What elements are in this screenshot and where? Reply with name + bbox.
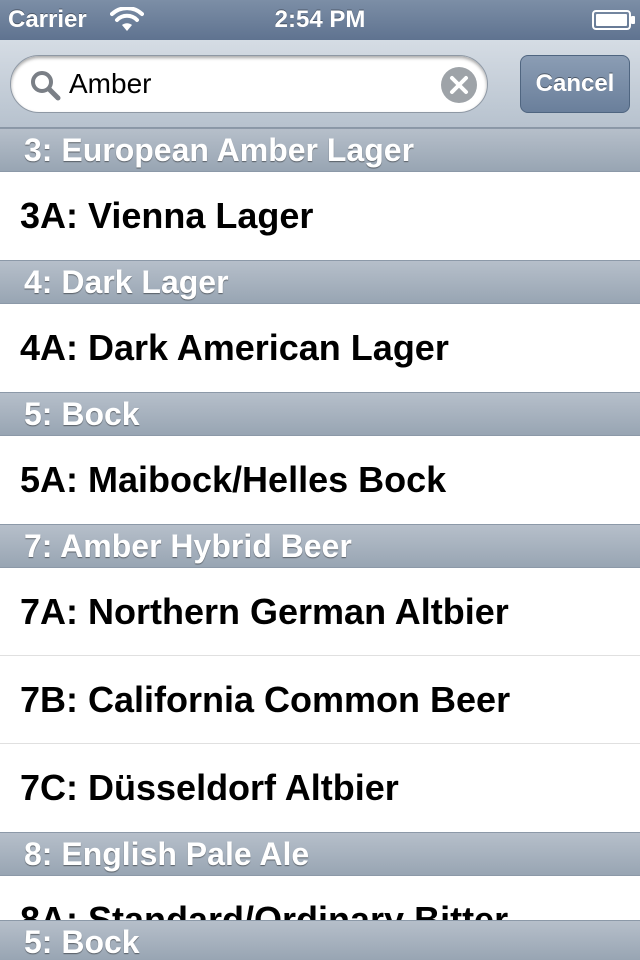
battery-icon — [592, 10, 635, 30]
sticky-section-header: 5: Bock — [0, 920, 640, 960]
list-item[interactable]: 4A: Dark American Lager — [0, 304, 640, 392]
list-item[interactable]: 7B: California Common Beer — [0, 656, 640, 744]
cancel-button[interactable]: Cancel — [520, 55, 630, 113]
section-header: 7: Amber Hybrid Beer — [0, 524, 640, 568]
status-time: 2:54 PM — [274, 6, 366, 33]
list-item[interactable]: 7A: Northern German Altbier — [0, 568, 640, 656]
search-icon — [31, 71, 61, 101]
section-header: 5: Bock — [0, 392, 640, 436]
section-header: 8: English Pale Ale — [0, 832, 640, 876]
clear-icon — [450, 76, 468, 94]
results-list[interactable]: 3: European Amber Lager 3A: Vienna Lager… — [0, 128, 640, 920]
list-item[interactable]: 7C: Düsseldorf Altbier — [0, 744, 640, 832]
list-item[interactable]: 5A: Maibock/Helles Bock — [0, 436, 640, 524]
search-bar: Cancel — [0, 40, 640, 128]
search-field[interactable] — [10, 55, 488, 113]
list-item[interactable]: 8A: Standard/Ordinary Bitter — [0, 876, 640, 920]
clear-search-button[interactable] — [441, 67, 477, 103]
search-input[interactable] — [69, 64, 429, 104]
list-item[interactable]: 3A: Vienna Lager — [0, 172, 640, 260]
status-bar: Carrier 2:54 PM — [0, 0, 640, 40]
section-header: 3: European Amber Lager — [0, 128, 640, 172]
section-header: 4: Dark Lager — [0, 260, 640, 304]
